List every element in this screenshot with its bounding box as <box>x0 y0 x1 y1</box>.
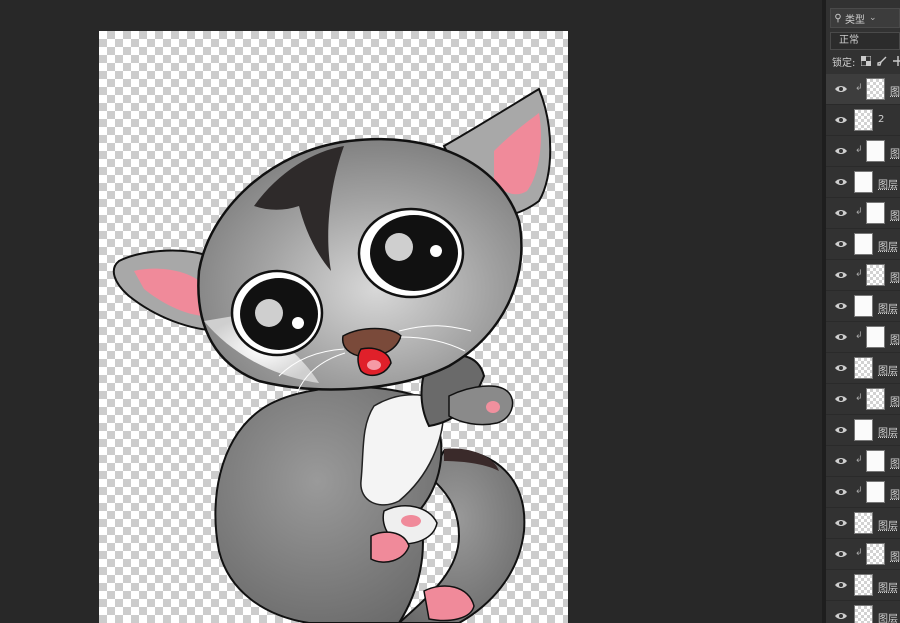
layer-name[interactable]: 图层 <box>878 610 898 623</box>
clipping-mask-icon: ↲ <box>855 548 863 558</box>
layer-thumbnail[interactable] <box>866 481 885 503</box>
lock-label: 锁定: <box>832 57 856 69</box>
layer-thumbnail[interactable] <box>854 605 873 623</box>
layer-name[interactable]: 图 <box>890 145 900 160</box>
layer-thumbnail[interactable] <box>866 326 885 348</box>
layer-row[interactable]: 图层 <box>826 229 900 260</box>
layer-thumbnail[interactable] <box>866 264 885 286</box>
layer-row[interactable]: ↲ 图 <box>826 539 900 570</box>
visibility-eye-icon[interactable] <box>835 240 847 248</box>
lock-brush-icon[interactable] <box>877 56 887 66</box>
layer-thumbnail[interactable] <box>866 388 885 410</box>
layer-thumbnail[interactable] <box>866 450 885 472</box>
layer-thumbnail[interactable] <box>854 233 873 255</box>
canvas-workspace <box>0 0 822 623</box>
visibility-eye-icon[interactable] <box>835 519 847 527</box>
clipping-mask-icon: ↲ <box>855 207 863 217</box>
layer-name[interactable]: 图层 <box>878 579 898 594</box>
layer-filter-select[interactable]: ⚲ 类型 ⌄ <box>830 8 900 28</box>
layer-row[interactable]: 2 <box>826 105 900 136</box>
layer-thumbnail[interactable] <box>866 543 885 565</box>
layer-thumbnail[interactable] <box>854 357 873 379</box>
clipping-mask-icon: ↲ <box>855 393 863 403</box>
visibility-eye-icon[interactable] <box>835 550 847 558</box>
layer-row[interactable]: 图层 <box>826 167 900 198</box>
visibility-eye-icon[interactable] <box>835 178 847 186</box>
layer-thumbnail[interactable] <box>854 419 873 441</box>
visibility-eye-icon[interactable] <box>835 85 847 93</box>
layer-row[interactable]: ↲ 图 <box>826 136 900 167</box>
layer-name[interactable]: 图 <box>890 83 900 98</box>
clipping-mask-icon: ↲ <box>855 455 863 465</box>
clipping-mask-icon: ↲ <box>855 145 863 155</box>
layer-name[interactable]: 图 <box>890 486 900 501</box>
visibility-eye-icon[interactable] <box>835 488 847 496</box>
visibility-eye-icon[interactable] <box>835 147 847 155</box>
visibility-eye-icon[interactable] <box>835 581 847 589</box>
layer-name[interactable]: 图层 <box>878 424 898 439</box>
visibility-eye-icon[interactable] <box>835 364 847 372</box>
layer-name[interactable]: 2 <box>878 114 884 125</box>
layer-thumbnail[interactable] <box>866 140 885 162</box>
visibility-eye-icon[interactable] <box>835 271 847 279</box>
layer-name[interactable]: 图 <box>890 269 900 284</box>
visibility-eye-icon[interactable] <box>835 457 847 465</box>
lock-position-icon[interactable] <box>893 56 900 66</box>
layer-thumbnail[interactable] <box>854 171 873 193</box>
blend-mode-select[interactable]: 正常 <box>830 32 900 50</box>
layer-row[interactable]: 图层 <box>826 570 900 601</box>
layer-row[interactable]: ↲ 图 <box>826 198 900 229</box>
layer-thumbnail[interactable] <box>854 295 873 317</box>
layer-name[interactable]: 图层 <box>878 300 898 315</box>
cat-illustration <box>112 87 552 623</box>
visibility-eye-icon[interactable] <box>835 612 847 620</box>
layer-name[interactable]: 图 <box>890 331 900 346</box>
layer-name[interactable]: 图层 <box>878 176 898 191</box>
document-canvas[interactable] <box>99 31 568 623</box>
layer-row[interactable]: ↲ 图 <box>826 322 900 353</box>
layer-thumbnail[interactable] <box>866 202 885 224</box>
clipping-mask-icon: ↲ <box>855 269 863 279</box>
layer-thumbnail[interactable] <box>854 109 873 131</box>
visibility-eye-icon[interactable] <box>835 209 847 217</box>
layer-row[interactable]: ↲ 图 <box>826 260 900 291</box>
layer-row[interactable]: ↲ 图 <box>826 74 900 105</box>
layer-row[interactable]: ↲ 图 <box>826 446 900 477</box>
visibility-eye-icon[interactable] <box>835 116 847 124</box>
visibility-eye-icon[interactable] <box>835 333 847 341</box>
layer-row[interactable]: 图层 <box>826 291 900 322</box>
layer-name[interactable]: 图 <box>890 207 900 222</box>
layer-name[interactable]: 图 <box>890 548 900 563</box>
layer-thumbnail[interactable] <box>866 78 885 100</box>
layer-name[interactable]: 图 <box>890 455 900 470</box>
layer-filter-label: 类型 <box>845 14 865 26</box>
lock-transparent-pixels-icon[interactable] <box>861 56 872 66</box>
layer-row[interactable]: 图层 <box>826 353 900 384</box>
layer-name[interactable]: 图层 <box>878 238 898 253</box>
layer-name[interactable]: 图层 <box>878 362 898 377</box>
layer-row[interactable]: ↲ 图 <box>826 477 900 508</box>
clipping-mask-icon: ↲ <box>855 486 863 496</box>
layer-row[interactable]: 图层 <box>826 508 900 539</box>
search-icon: ⚲ <box>834 12 842 24</box>
blend-mode-value: 正常 <box>839 35 859 46</box>
visibility-eye-icon[interactable] <box>835 426 847 434</box>
layer-thumbnail[interactable] <box>854 574 873 596</box>
chevron-down-icon: ⌄ <box>869 13 877 23</box>
layer-row[interactable]: 图层 <box>826 415 900 446</box>
layer-row[interactable]: ↲ 图 <box>826 384 900 415</box>
layers-panel: ⚲ 类型 ⌄ 正常 锁定: ↲ 图 2 ↲ 图图层 ↲ 图图层 ↲ 图图层 ↲ 图图层 ↲ 图图层 ↲ 图 ↲… <box>826 0 900 623</box>
visibility-eye-icon[interactable] <box>835 302 847 310</box>
visibility-eye-icon[interactable] <box>835 395 847 403</box>
layer-name[interactable]: 图 <box>890 393 900 408</box>
layer-row[interactable]: 图层 <box>826 601 900 623</box>
layers-list: ↲ 图 2 ↲ 图图层 ↲ 图图层 ↲ 图图层 ↲ 图图层 ↲ 图图层 ↲ 图 ↲ 图图层 ↲ 图图层 图层 <box>826 74 900 623</box>
clipping-mask-icon: ↲ <box>855 83 863 93</box>
lock-row: 锁定: <box>832 53 900 69</box>
layer-thumbnail[interactable] <box>854 512 873 534</box>
clipping-mask-icon: ↲ <box>855 331 863 341</box>
layer-name[interactable]: 图层 <box>878 517 898 532</box>
